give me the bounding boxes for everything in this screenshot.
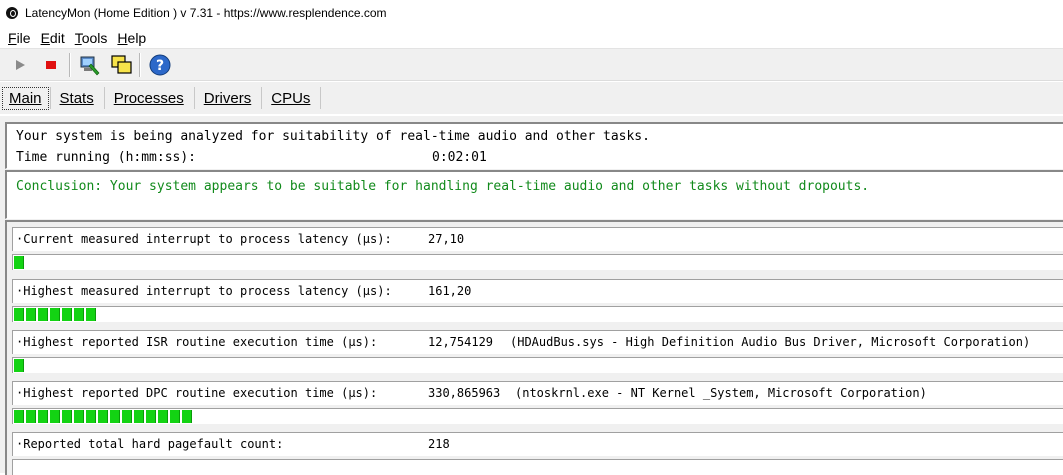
metric-value: 12,754129	[428, 335, 494, 349]
main-content: Your system is being analyzed for suitab…	[0, 116, 1063, 475]
metric-row-isr-time: ·Highest reported ISR routine execution …	[12, 330, 1063, 354]
bar-segment	[146, 410, 156, 423]
menu-help[interactable]: Help	[117, 30, 146, 46]
stop-button[interactable]	[39, 53, 63, 77]
stop-icon	[46, 60, 56, 69]
time-running-value: 0:02:01	[432, 150, 487, 165]
toolbar: ?	[0, 49, 1063, 81]
tab-drivers[interactable]: Drivers	[195, 87, 261, 110]
metric-value: 161,20	[428, 284, 472, 298]
time-running-label: Time running (h:mm:ss):	[16, 150, 197, 165]
bar-segment	[74, 410, 84, 423]
conclusion-text: Conclusion: Your system appears to be su…	[16, 179, 870, 194]
bar-segment	[62, 410, 72, 423]
metric-label: ·Highest reported DPC routine execution …	[16, 386, 378, 400]
app-icon	[6, 7, 18, 19]
metric-value: 27,10	[428, 232, 465, 246]
bar-segment	[122, 410, 132, 423]
menu-edit[interactable]: Edit	[41, 30, 65, 46]
computer-wrench-icon	[80, 56, 100, 75]
bar-segment	[98, 410, 108, 423]
start-button[interactable]	[8, 53, 32, 77]
metric-row-current-latency: ·Current measured interrupt to process l…	[12, 227, 1063, 251]
bar-segment	[14, 410, 24, 423]
windows-icon	[111, 54, 132, 74]
bar-segment	[86, 410, 96, 423]
bar-segment	[170, 410, 180, 423]
title-bar: LatencyMon (Home Edition ) v 7.31 - http…	[0, 0, 1063, 26]
bar-segment	[62, 308, 72, 321]
computer-tool-button[interactable]	[78, 53, 102, 77]
bar-segment	[14, 308, 24, 321]
bar-segment	[86, 308, 96, 321]
windows-button[interactable]	[109, 53, 133, 77]
latency-bar	[12, 254, 1063, 270]
analysis-status-text: Your system is being analyzed for suitab…	[16, 129, 650, 144]
tab-processes[interactable]: Processes	[105, 87, 193, 110]
latency-bar	[12, 408, 1063, 424]
bar-segment	[50, 410, 60, 423]
bar-segment	[110, 410, 120, 423]
menu-file[interactable]: File	[8, 30, 31, 46]
window-title: LatencyMon (Home Edition ) v 7.31 - http…	[25, 6, 387, 20]
toolbar-separator	[139, 52, 141, 77]
bar-segment	[182, 410, 192, 423]
metric-label: ·Highest measured interrupt to process l…	[16, 284, 392, 298]
bar-segment	[38, 410, 48, 423]
metric-label: ·Current measured interrupt to process l…	[16, 232, 392, 246]
svg-text:?: ?	[156, 58, 164, 74]
bar-segment	[74, 308, 84, 321]
metric-label: ·Highest reported ISR routine execution …	[16, 335, 378, 349]
tab-stats[interactable]: Stats	[51, 87, 103, 110]
menu-bar: File Edit Tools Help	[0, 27, 1063, 49]
tab-separator	[320, 87, 322, 109]
metric-label: ·Reported total hard pagefault count:	[16, 437, 284, 451]
metric-row-pagefault-count: ·Reported total hard pagefault count: 21…	[12, 432, 1063, 456]
metric-driver-info: (HDAudBus.sys - High Definition Audio Bu…	[510, 335, 1031, 349]
tab-bar: Main Stats Processes Drivers CPUs	[0, 82, 1063, 114]
metrics-panel: ·Current measured interrupt to process l…	[5, 220, 1063, 475]
play-icon	[16, 59, 25, 70]
menu-tools[interactable]: Tools	[75, 30, 108, 46]
metric-value: 330,865963	[428, 386, 501, 400]
metric-row-highest-latency: ·Highest measured interrupt to process l…	[12, 279, 1063, 303]
toolbar-separator	[69, 52, 71, 77]
metric-row-dpc-time: ·Highest reported DPC routine execution …	[12, 381, 1063, 405]
bar-segment	[14, 359, 24, 372]
help-button[interactable]: ?	[148, 53, 172, 77]
tab-main[interactable]: Main	[2, 86, 49, 110]
latency-bar	[12, 357, 1063, 373]
status-panel: Your system is being analyzed for suitab…	[5, 122, 1063, 169]
metric-value: 218	[428, 437, 450, 451]
bar-segment	[26, 308, 36, 321]
bar-segment	[26, 410, 36, 423]
bar-segment	[134, 410, 144, 423]
help-icon: ?	[149, 54, 171, 75]
bar-segment	[38, 308, 48, 321]
metric-driver-info: (ntoskrnl.exe - NT Kernel _System, Micro…	[515, 386, 927, 400]
bar-segment	[50, 308, 60, 321]
bar-segment	[158, 410, 168, 423]
bar-segment	[14, 256, 24, 269]
latency-bar	[12, 306, 1063, 322]
conclusion-panel: Conclusion: Your system appears to be su…	[5, 170, 1063, 219]
tab-cpus[interactable]: CPUs	[262, 87, 319, 110]
